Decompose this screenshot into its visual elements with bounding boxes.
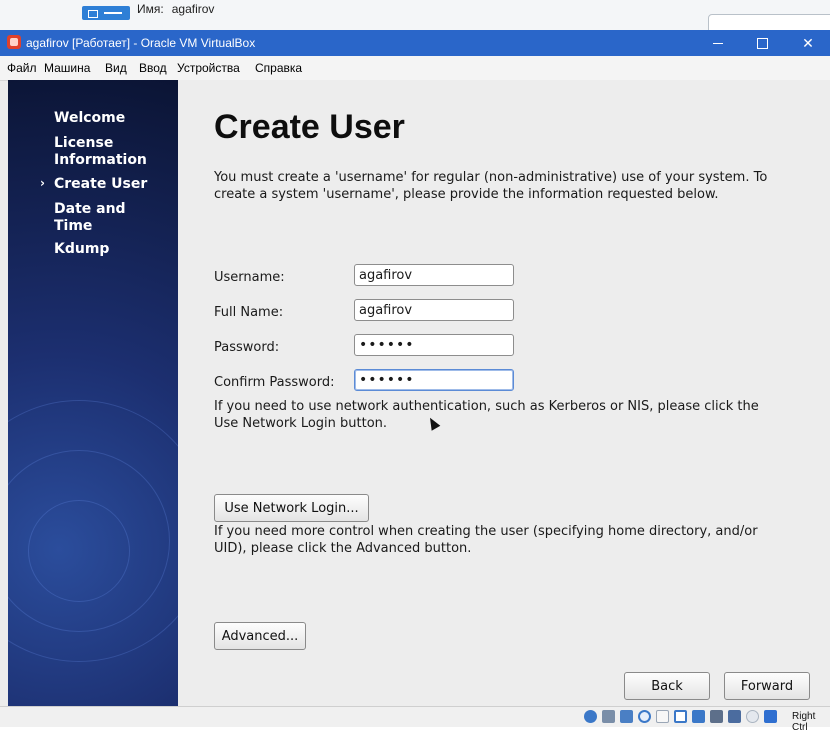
fullname-row: Full Name: bbox=[214, 300, 354, 324]
background-name-value: agafirov bbox=[171, 2, 215, 16]
fullname-label: Full Name: bbox=[214, 304, 284, 320]
cpu-icon[interactable] bbox=[728, 710, 741, 723]
hard-disk-icon[interactable] bbox=[584, 710, 597, 723]
audio-icon[interactable] bbox=[620, 710, 633, 723]
installer-sidebar: Welcome License Information › Create Use… bbox=[8, 80, 178, 706]
close-icon: ✕ bbox=[802, 34, 814, 51]
window-title: agafirov [Работает] - Oracle VM VirtualB… bbox=[26, 36, 256, 50]
background-name-field: Имя: agafirov bbox=[137, 2, 214, 16]
advanced-button[interactable]: Advanced... bbox=[214, 622, 306, 650]
maximize-button[interactable] bbox=[740, 30, 784, 56]
username-row: Username: bbox=[214, 265, 354, 289]
guest-display[interactable]: Welcome License Information › Create Use… bbox=[8, 80, 830, 706]
menu-devices[interactable]: Устройства bbox=[177, 61, 240, 75]
fullname-field[interactable]: agafirov bbox=[354, 299, 514, 321]
optical-drive-icon[interactable] bbox=[602, 710, 615, 723]
confirm-password-row: Confirm Password: bbox=[214, 370, 354, 394]
intro-text: You must create a 'username' for regular… bbox=[214, 170, 768, 202]
advanced-text: If you need more control when creating t… bbox=[214, 524, 758, 556]
menu-machine[interactable]: Машина bbox=[44, 61, 90, 75]
back-button[interactable]: Back bbox=[624, 672, 710, 700]
password-label: Password: bbox=[214, 339, 280, 355]
sidebar-item-license-information: License Information bbox=[54, 135, 147, 168]
confirm-password-field[interactable]: •••••• bbox=[354, 369, 514, 391]
video-capture-icon[interactable] bbox=[710, 710, 723, 723]
shared-folders-icon[interactable] bbox=[674, 710, 687, 723]
display-icon[interactable] bbox=[692, 710, 705, 723]
password-field[interactable]: •••••• bbox=[354, 334, 514, 356]
sidebar-item-kdump: Kdump bbox=[54, 241, 110, 257]
minimize-button[interactable] bbox=[696, 30, 740, 56]
menu-file[interactable]: Файл bbox=[7, 61, 37, 75]
username-label: Username: bbox=[214, 269, 285, 285]
menu-help[interactable]: Справка bbox=[255, 61, 302, 75]
menu-view[interactable]: Вид bbox=[105, 61, 127, 75]
use-network-login-button[interactable]: Use Network Login... bbox=[214, 494, 369, 522]
network-login-text: If you need to use network authenticatio… bbox=[214, 399, 759, 431]
background-window-icon bbox=[82, 6, 130, 20]
title-bar[interactable]: agafirov [Работает] - Oracle VM VirtualB… bbox=[0, 30, 830, 56]
background-window-strip: Имя: agafirov bbox=[0, 0, 830, 36]
close-button[interactable]: ✕ bbox=[786, 30, 830, 56]
virtualbox-window: agafirov [Работает] - Oracle VM VirtualB… bbox=[0, 30, 830, 733]
status-bar: Right Ctrl bbox=[0, 706, 830, 733]
menu-input[interactable]: Ввод bbox=[139, 61, 167, 75]
create-user-page: Create User You must create a 'username'… bbox=[178, 80, 830, 706]
sidebar-item-welcome: Welcome bbox=[54, 110, 126, 126]
confirm-password-label: Confirm Password: bbox=[214, 374, 335, 390]
mouse-integration-icon[interactable] bbox=[746, 710, 759, 723]
network-icon[interactable] bbox=[638, 710, 651, 723]
sidebar-item-date-and-time: Date and Time bbox=[54, 201, 126, 234]
sidebar-decoration bbox=[28, 500, 130, 602]
page-title: Create User bbox=[214, 108, 405, 146]
keyboard-icon[interactable] bbox=[764, 710, 777, 723]
username-field[interactable]: agafirov bbox=[354, 264, 514, 286]
usb-icon[interactable] bbox=[656, 710, 669, 723]
forward-button[interactable]: Forward bbox=[724, 672, 810, 700]
password-row: Password: bbox=[214, 335, 354, 359]
host-key-label: Right Ctrl bbox=[792, 711, 816, 733]
current-step-marker-icon: › bbox=[40, 176, 45, 190]
background-name-label: Имя: bbox=[137, 2, 164, 16]
virtualbox-logo-icon bbox=[7, 35, 21, 49]
menu-bar: Файл Машина Вид Ввод Устройства Справка bbox=[0, 56, 830, 81]
sidebar-item-create-user: Create User bbox=[54, 176, 148, 192]
